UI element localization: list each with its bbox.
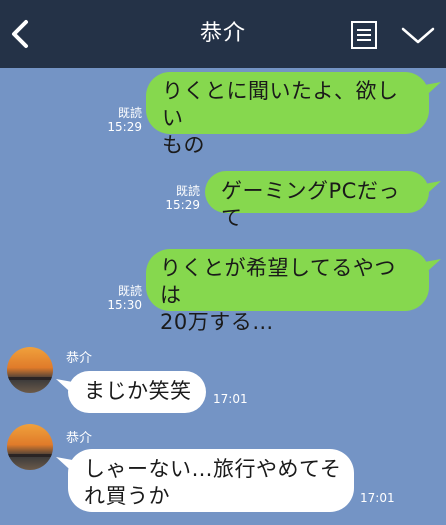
message-line: りくとに聞いたよ、欲しい bbox=[162, 79, 399, 130]
sent-message-bubble[interactable]: りくとに聞いたよ、欲しい もの bbox=[146, 72, 429, 157]
received-message-bubble[interactable]: まじか笑笑 bbox=[68, 371, 206, 413]
received-message-bubble[interactable]: しゃーない…旅行やめてそ れ買うか bbox=[68, 449, 354, 512]
message-time: 17:01 bbox=[360, 491, 395, 505]
notes-icon[interactable] bbox=[350, 20, 378, 50]
sent-message-bubble[interactable]: ゲーミングPCだって bbox=[205, 171, 429, 230]
message-line: ゲーミングPCだって bbox=[221, 179, 400, 230]
sender-name: 恭介 bbox=[66, 351, 93, 366]
read-receipt: 既読 15:29 bbox=[107, 106, 142, 134]
read-receipt: 既読 15:30 bbox=[107, 284, 142, 312]
sent-message-bubble[interactable]: りくとが希望してるやつは 20万する… bbox=[146, 249, 429, 334]
sender-name: 恭介 bbox=[66, 431, 93, 446]
message-line: しゃーない…旅行やめてそ bbox=[84, 457, 342, 481]
chat-title: 恭介 bbox=[199, 21, 246, 46]
avatar[interactable] bbox=[7, 347, 53, 393]
sunset-avatar-image bbox=[7, 347, 53, 393]
chat-header: 恭介 bbox=[0, 0, 446, 68]
avatar[interactable] bbox=[7, 424, 53, 470]
message-line: まじか笑笑 bbox=[84, 379, 192, 403]
message-line: れ買うか bbox=[84, 484, 170, 508]
message-line: もの bbox=[162, 133, 205, 157]
read-receipt: 既読 15:29 bbox=[165, 184, 200, 212]
sunset-avatar-image bbox=[7, 424, 53, 470]
message-line: りくとが希望してるやつは bbox=[160, 256, 396, 307]
message-time: 17:01 bbox=[213, 392, 248, 406]
chevron-down-icon[interactable] bbox=[400, 24, 436, 46]
message-line: 20万する… bbox=[160, 310, 274, 334]
